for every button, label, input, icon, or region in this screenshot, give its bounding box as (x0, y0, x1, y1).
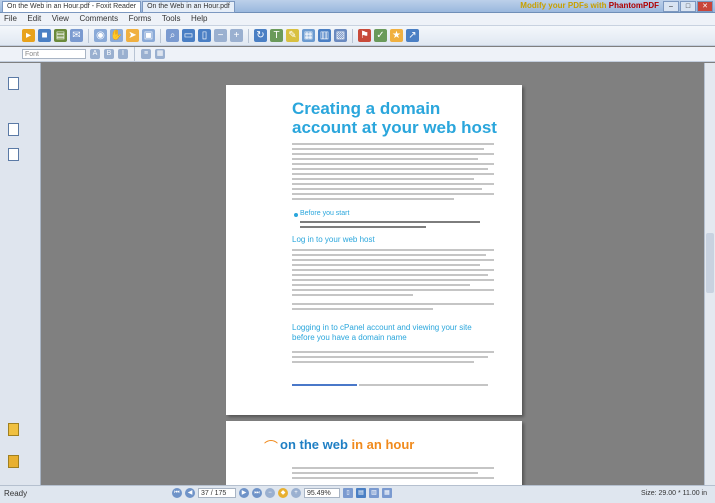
save-icon[interactable]: ■ (38, 29, 51, 42)
zoom-slider-icon[interactable]: ◆ (278, 488, 288, 498)
arrow-icon[interactable]: ↗ (406, 29, 419, 42)
paragraph (292, 143, 494, 203)
font-size-icon[interactable]: A (90, 49, 100, 59)
window-controls: – □ ✕ (663, 1, 713, 12)
highlight-icon[interactable]: ▦ (302, 29, 315, 42)
menu-help[interactable]: Help (187, 13, 211, 25)
footer-link (292, 381, 494, 391)
star-icon[interactable]: ★ (390, 29, 403, 42)
vertical-scrollbar[interactable] (704, 63, 715, 485)
layers-icon[interactable] (8, 148, 19, 161)
toolbar-separator (88, 28, 89, 43)
table-icon[interactable]: ▦ (155, 49, 165, 59)
paragraph (292, 351, 494, 366)
font-select[interactable]: Font (22, 49, 86, 59)
format-toolbar: Font A B I ≡ ▦ (0, 47, 715, 62)
minimize-button[interactable]: – (663, 1, 679, 12)
maximize-button[interactable]: □ (680, 1, 696, 12)
promo-text: Modify your PDFs with (520, 1, 607, 10)
align-icon[interactable]: ≡ (141, 49, 151, 59)
pdf-page: Creating a domain account at your web ho… (226, 85, 522, 415)
rotate-icon[interactable]: ↻ (254, 29, 267, 42)
menu-tools[interactable]: Tools (158, 13, 185, 25)
page-heading: Creating a domain account at your web ho… (292, 99, 497, 137)
zoom-in-status-icon[interactable]: + (291, 488, 301, 498)
tab-document-1[interactable]: On the Web in an Hour.pdf - Foxit Reader (2, 1, 142, 13)
menu-edit[interactable]: Edit (23, 13, 45, 25)
note-icon[interactable]: ✎ (286, 29, 299, 42)
italic-icon[interactable]: I (118, 49, 128, 59)
page-size: Size: 29.00 * 11.00 in (640, 490, 707, 497)
link-paragraph (292, 303, 494, 313)
attach-icon[interactable]: ▧ (334, 29, 347, 42)
promo-brand: PhantomPDF (608, 1, 659, 10)
fit-width-icon[interactable]: ▯ (198, 29, 211, 42)
bullet-icon (294, 213, 298, 217)
toolbar-separator (248, 28, 249, 43)
bookmarks-icon[interactable] (8, 123, 19, 136)
toolbar-separator (160, 28, 161, 43)
zoom-out-status-icon[interactable]: − (265, 488, 275, 498)
document-tabs: On the Web in an Hour.pdf - Foxit Reader… (2, 1, 235, 13)
security-icon[interactable] (8, 455, 19, 468)
menu-comments[interactable]: Comments (75, 13, 122, 25)
first-page-icon[interactable]: ⏮ (172, 488, 182, 498)
tab-document-2[interactable]: On the Web in an Hour.pdf (142, 1, 235, 13)
pages-icon[interactable] (8, 77, 19, 90)
last-page-icon[interactable]: ⏭ (252, 488, 262, 498)
bookmark-icon[interactable]: ⚑ (358, 29, 371, 42)
hand-tool-icon[interactable]: ✋ (110, 29, 123, 42)
logo-right: in an hour (351, 437, 415, 452)
attachments-icon[interactable] (8, 423, 19, 436)
section-heading-2: Logging in to cPanel account and viewing… (292, 323, 472, 342)
continuous-facing-view-icon[interactable]: ▦ (382, 488, 392, 498)
signature-icon[interactable]: ✓ (374, 29, 387, 42)
facing-view-icon[interactable]: ▥ (369, 488, 379, 498)
status-text: Ready (4, 489, 28, 498)
bold-icon[interactable]: B (104, 49, 114, 59)
status-bar: Ready ⏮ ◀ 37 / 175 ▶ ⏭ − ◆ + 95.49% ▯ ▤ … (0, 485, 715, 503)
typewriter-icon[interactable]: T (270, 29, 283, 42)
fit-page-icon[interactable]: ▭ (182, 29, 195, 42)
continuous-view-icon[interactable]: ▤ (356, 488, 366, 498)
bullet-text (300, 221, 480, 231)
main-toolbar: ▸ ■ ▤ ✉ ◉ ✋ ➤ ▣ ⌕ ▭ ▯ − + ↻ T ✎ ▦ ▥ ▧ ⚑ … (0, 26, 715, 46)
paragraph (292, 249, 494, 299)
zoom-in-icon[interactable]: + (230, 29, 243, 42)
menu-view[interactable]: View (48, 13, 73, 25)
select-icon[interactable]: ➤ (126, 29, 139, 42)
single-page-view-icon[interactable]: ▯ (343, 488, 353, 498)
zoom-out-icon[interactable]: − (214, 29, 227, 42)
menu-forms[interactable]: Forms (125, 13, 156, 25)
menu-file[interactable]: File (0, 13, 21, 25)
pdf-page-next: ⌒ on the web in an hour (226, 421, 522, 485)
promo-banner[interactable]: Modify your PDFs with PhantomPDF (520, 0, 659, 12)
email-icon[interactable]: ✉ (70, 29, 83, 42)
document-viewer[interactable]: Creating a domain account at your web ho… (41, 63, 705, 485)
page-number-input[interactable]: 37 / 175 (198, 488, 236, 498)
toolbar-separator (352, 28, 353, 43)
previous-page-icon[interactable]: ◀ (185, 488, 195, 498)
next-page-icon[interactable]: ▶ (239, 488, 249, 498)
logo: on the web in an hour (280, 437, 414, 452)
close-button[interactable]: ✕ (697, 1, 713, 12)
toolbar-separator (134, 47, 135, 61)
print-icon[interactable]: ▤ (54, 29, 67, 42)
open-icon[interactable]: ▸ (22, 29, 35, 42)
zoom-icon[interactable]: ⌕ (166, 29, 179, 42)
speech-bubble-icon: ⌒ (264, 439, 278, 455)
scan-icon[interactable]: ◉ (94, 29, 107, 42)
scrollbar-thumb[interactable] (706, 233, 714, 293)
zoom-level-input[interactable]: 95.49% (304, 488, 340, 498)
section-heading: Log in to your web host (292, 235, 375, 244)
page-navigation: ⏮ ◀ 37 / 175 ▶ ⏭ − ◆ + 95.49% ▯ ▤ ▥ ▦ (172, 488, 392, 498)
snapshot-icon[interactable]: ▣ (142, 29, 155, 42)
menu-bar: File Edit View Comments Forms Tools Help (0, 13, 715, 26)
stamp-icon[interactable]: ▥ (318, 29, 331, 42)
navigation-panel (0, 63, 41, 485)
paragraph (292, 467, 494, 482)
bullet-heading: Before you start (300, 210, 350, 217)
logo-left: on the web (280, 437, 348, 452)
title-bar: On the Web in an Hour.pdf - Foxit Reader… (0, 0, 715, 13)
